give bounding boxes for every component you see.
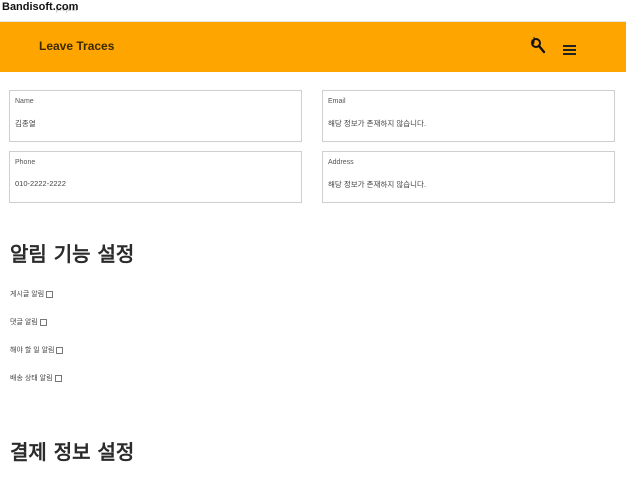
address-value: 해당 정보가 존재하지 않습니다. (328, 180, 427, 189)
profile-phone-card: Phone 010-2222-2222 (9, 151, 302, 203)
name-label: Name (15, 98, 34, 105)
phone-value: 010-2222-2222 (15, 179, 66, 188)
option-label: 해야 할 일 알림 (10, 347, 55, 354)
option-label: 게시글 알림 (10, 291, 45, 298)
name-value: 김종열 (15, 119, 36, 128)
address-label: Address (328, 159, 354, 166)
profile-address-card: Address 해당 정보가 존재하지 않습니다. (322, 151, 615, 203)
option-post-notification[interactable]: 게시글 알림 (10, 289, 54, 299)
option-label: 배송 상태 알림 (10, 375, 53, 382)
notification-settings-title: 알림 기능 설정 (10, 242, 135, 266)
profile-name-card: Name 김종열 (9, 90, 302, 142)
phone-label: Phone (15, 159, 36, 166)
email-label: Email (328, 98, 346, 105)
option-todo-notification[interactable]: 해야 할 일 알림 (10, 345, 64, 355)
todo-notification-checkbox[interactable] (56, 346, 64, 354)
watermark-text: Bandisoft.com (2, 1, 79, 13)
delivery-notification-checkbox[interactable] (54, 374, 62, 382)
payment-settings-title: 결제 정보 설정 (10, 440, 135, 464)
browser-strip: project Bandisoft.com (0, 0, 626, 22)
profile-email-card: Email 해당 정보가 존재하지 않습니다. (322, 90, 615, 142)
option-comment-notification[interactable]: 댓글 알림 (10, 317, 47, 327)
option-label: 댓글 알림 (10, 319, 38, 326)
search-icon[interactable] (530, 37, 546, 55)
option-delivery-notification[interactable]: 배송 상태 알림 (10, 373, 62, 383)
hamburger-menu-icon[interactable] (562, 41, 578, 55)
post-notification-checkbox[interactable] (46, 290, 54, 298)
app-header: Leave Traces (0, 22, 626, 72)
brand-title[interactable]: Leave Traces (39, 39, 114, 53)
comment-notification-checkbox[interactable] (39, 318, 47, 326)
email-value: 해당 정보가 존재하지 않습니다. (328, 119, 427, 128)
